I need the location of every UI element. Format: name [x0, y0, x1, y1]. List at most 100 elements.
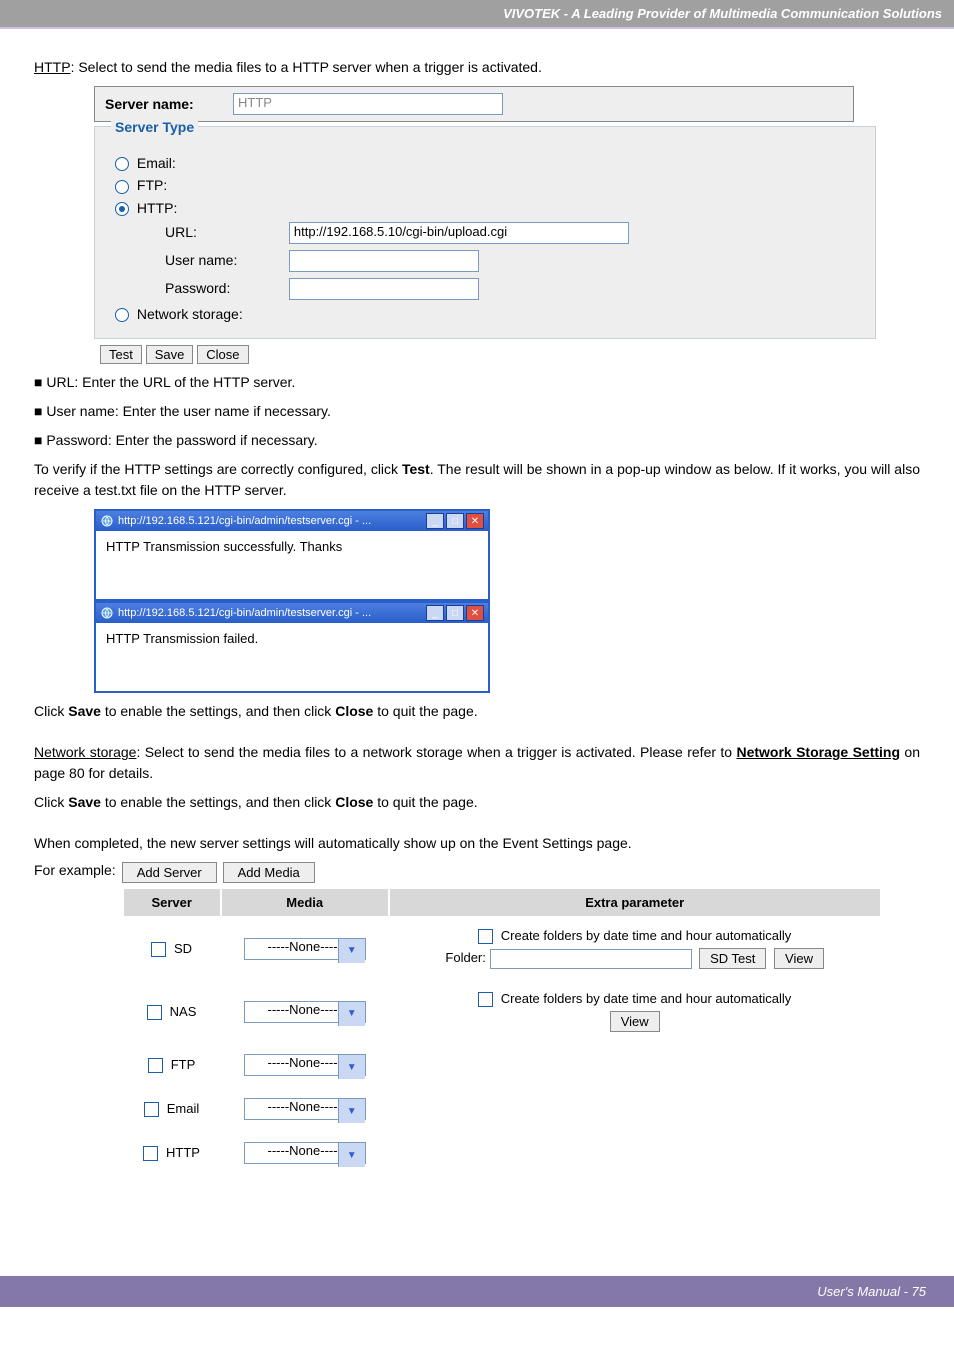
opt-http-label: HTTP: [137, 200, 177, 216]
for-example-label: For example: [34, 862, 116, 878]
auto-sd-label: Create folders by date time and hour aut… [501, 928, 792, 943]
page-content: HTTP : Select to send the media files to … [0, 29, 954, 1236]
s2c: to enable the settings, and then click [101, 794, 335, 810]
ns-prefix: Network storage [34, 744, 136, 760]
media-select-http[interactable]: -----None----- ▼ [244, 1142, 366, 1164]
popup-success-title: http://192.168.5.121/cgi-bin/admin/tests… [118, 515, 371, 527]
username-input[interactable] [289, 250, 479, 272]
table-row-email: Email -----None----- ▼ [124, 1088, 880, 1130]
radio-http[interactable] [115, 202, 129, 216]
checkbox-sd[interactable] [151, 942, 166, 957]
s1c: to enable the settings, and then click [101, 703, 335, 719]
label-email: Email [167, 1101, 200, 1116]
password-input[interactable] [289, 278, 479, 300]
media-select-nas[interactable]: -----None----- ▼ [244, 1001, 366, 1023]
radio-email[interactable] [115, 157, 129, 171]
media-select-email[interactable]: -----None----- ▼ [244, 1098, 366, 1120]
auto-nas-label: Create folders by date time and hour aut… [501, 991, 792, 1006]
media-value-ftp: -----None----- [264, 1053, 346, 1072]
ie-icon [100, 514, 114, 528]
add-server-button[interactable]: Add Server [122, 862, 217, 883]
opt-email-label: Email: [137, 155, 176, 171]
table-row-ftp: FTP -----None----- ▼ [124, 1044, 880, 1086]
s1a: Click [34, 703, 68, 719]
chevron-down-icon[interactable]: ▼ [338, 1055, 365, 1079]
hdr-server: Server [124, 889, 220, 916]
chevron-down-icon[interactable]: ▼ [338, 939, 365, 963]
server-name-row: Server name: HTTP [94, 86, 854, 122]
checkbox-ftp[interactable] [148, 1058, 163, 1073]
radio-ftp[interactable] [115, 180, 129, 194]
view-button-nas[interactable]: View [610, 1011, 660, 1032]
folder-input-sd[interactable] [490, 949, 692, 969]
label-nas: NAS [170, 1004, 197, 1019]
close-button[interactable]: Close [197, 345, 248, 364]
checkbox-nas[interactable] [147, 1005, 162, 1020]
maximize-icon[interactable]: □ [446, 513, 464, 529]
popup-row: http://192.168.5.121/cgi-bin/admin/tests… [94, 509, 920, 693]
media-value-sd: -----None----- [264, 937, 346, 956]
media-value-email: -----None----- [264, 1097, 346, 1116]
chevron-down-icon[interactable]: ▼ [338, 1099, 365, 1123]
s2b: Save [68, 794, 101, 810]
bullet-user: ■ User name: Enter the user name if nece… [34, 401, 920, 422]
ns-para: Network storage: Select to send the medi… [34, 742, 920, 784]
table-header: Server Media Extra parameter [124, 889, 880, 916]
opt-email[interactable]: Email: [115, 155, 855, 171]
popup-fail-body: HTTP Transmission failed. [96, 623, 488, 691]
s1d: Close [335, 703, 373, 719]
add-media-button[interactable]: Add Media [223, 862, 315, 883]
server-name-label: Server name: [105, 96, 194, 112]
s1e: to quit the page. [373, 703, 477, 719]
popup-success-body: HTTP Transmission successfully. Thanks [96, 531, 488, 599]
url-input[interactable]: http://192.168.5.10/cgi-bin/upload.cgi [289, 222, 629, 244]
opt-ns-label: Network storage: [137, 306, 243, 322]
s2e: to quit the page. [373, 794, 477, 810]
maximize-icon[interactable]: □ [446, 605, 464, 621]
verify-para: To verify if the HTTP settings are corre… [34, 459, 920, 501]
checkbox-http[interactable] [143, 1146, 158, 1161]
popup-fail: http://192.168.5.121/cgi-bin/admin/tests… [94, 601, 490, 693]
completed-para: When completed, the new server settings … [34, 833, 920, 854]
save-button[interactable]: Save [146, 345, 194, 364]
media-select-ftp[interactable]: -----None----- ▼ [244, 1054, 366, 1076]
view-button-sd[interactable]: View [774, 948, 824, 969]
bullet-url: ■ URL: Enter the URL of the HTTP server. [34, 372, 920, 393]
popup-fail-title: http://192.168.5.121/cgi-bin/admin/tests… [118, 607, 371, 619]
username-label: User name: [165, 252, 285, 268]
events-table: Server Media Extra parameter SD -----Non… [122, 887, 882, 1176]
opt-ns[interactable]: Network storage: [115, 306, 855, 322]
media-select-sd[interactable]: -----None----- ▼ [244, 938, 366, 960]
opt-ftp-label: FTP: [137, 177, 167, 193]
http-intro-text: : Select to send the media files to a HT… [71, 59, 542, 75]
label-ftp: FTP [171, 1057, 196, 1072]
server-type-legend: Server Type [111, 119, 198, 135]
test-button[interactable]: Test [100, 345, 142, 364]
checkbox-auto-nas[interactable] [478, 992, 493, 1007]
server-buttons: Test Save Close [100, 345, 920, 364]
close-icon[interactable]: ✕ [466, 605, 484, 621]
chevron-down-icon[interactable]: ▼ [338, 1143, 365, 1167]
radio-ns[interactable] [115, 308, 129, 322]
minimize-icon[interactable]: _ [426, 605, 444, 621]
opt-http[interactable]: HTTP: [115, 200, 855, 216]
popup-success: http://192.168.5.121/cgi-bin/admin/tests… [94, 509, 490, 601]
hdr-extra: Extra parameter [390, 889, 880, 916]
verify-a: To verify if the HTTP settings are corre… [34, 461, 402, 477]
page-banner: VIVOTEK - A Leading Provider of Multimed… [0, 0, 954, 27]
server-name-input[interactable]: HTTP [233, 93, 503, 115]
checkbox-auto-sd[interactable] [478, 929, 493, 944]
minimize-icon[interactable]: _ [426, 513, 444, 529]
verify-test: Test [402, 461, 430, 477]
ns-link[interactable]: Network Storage Setting [736, 744, 900, 760]
checkbox-email[interactable] [144, 1102, 159, 1117]
chevron-down-icon[interactable]: ▼ [338, 1002, 365, 1026]
close-icon[interactable]: ✕ [466, 513, 484, 529]
save-para-2: Click Save to enable the settings, and t… [34, 792, 920, 813]
opt-ftp[interactable]: FTP: [115, 177, 855, 193]
sdtest-button[interactable]: SD Test [699, 948, 766, 969]
table-row-http: HTTP -----None----- ▼ [124, 1132, 880, 1174]
popup-success-titlebar: http://192.168.5.121/cgi-bin/admin/tests… [96, 511, 488, 531]
bullet-pass: ■ Password: Enter the password if necess… [34, 430, 920, 451]
s2a: Click [34, 794, 68, 810]
